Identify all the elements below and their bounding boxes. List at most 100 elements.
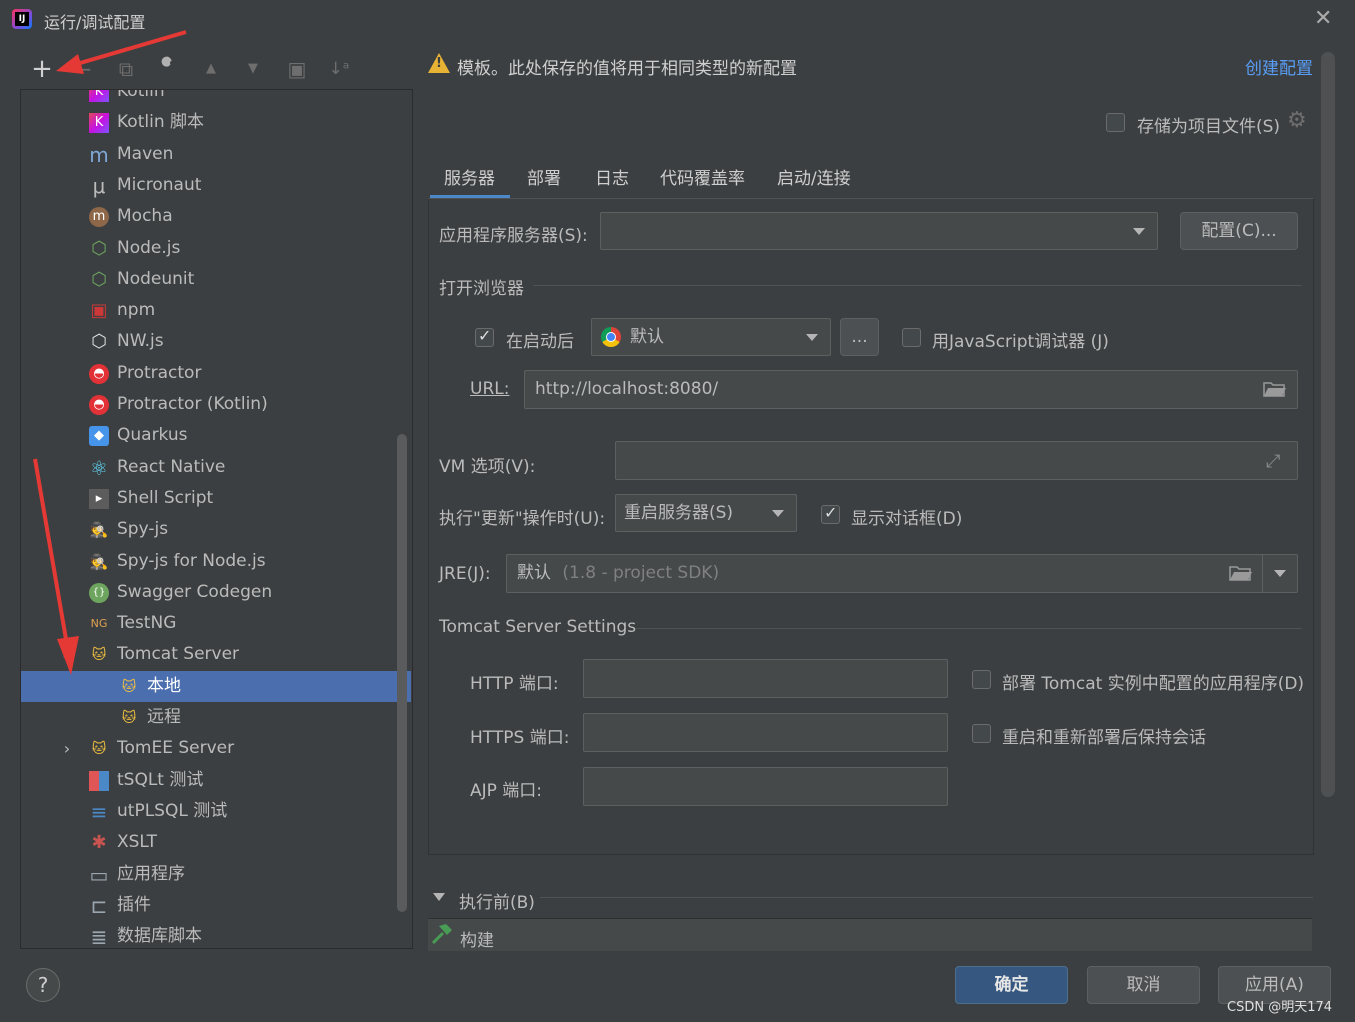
https-port-input[interactable] xyxy=(583,713,948,752)
tree-item[interactable]: ◓ Protractor xyxy=(21,358,411,389)
cancel-button[interactable]: 取消 xyxy=(1087,966,1200,1004)
tab-code-coverage[interactable]: 代码覆盖率 xyxy=(660,164,745,189)
utplsql-icon: ≡ xyxy=(90,799,108,824)
tree-item[interactable]: m Mocha xyxy=(21,201,411,232)
tree-item[interactable]: ▭ 应用程序 xyxy=(21,859,411,890)
tree-item[interactable]: μ Micronaut xyxy=(21,170,411,201)
tree-item[interactable]: ⬡ Node.js xyxy=(21,233,411,264)
store-as-project-file-checkbox[interactable] xyxy=(1106,113,1125,132)
folder-icon[interactable]: ▣ xyxy=(285,56,309,82)
app-server-select[interactable] xyxy=(600,212,1158,250)
js-debugger-checkbox[interactable] xyxy=(902,328,921,347)
vm-options-input[interactable] xyxy=(615,441,1298,480)
kotlin-icon: K xyxy=(89,113,109,134)
tree-item[interactable]: ⊏ 插件 xyxy=(21,890,411,921)
tree-item[interactable]: ⬡ Nodeunit xyxy=(21,264,411,295)
tsqlt-icon xyxy=(89,770,109,791)
close-icon[interactable]: ✕ xyxy=(1314,6,1332,31)
tab-logs[interactable]: 日志 xyxy=(595,164,629,189)
maven-icon: m xyxy=(89,142,109,167)
deploy-apps-label: 部署 Tomcat 实例中配置的应用程序(D) xyxy=(1002,674,1305,694)
help-button[interactable]: ? xyxy=(26,968,60,1002)
chrome-icon xyxy=(601,327,621,347)
tab-deployment[interactable]: 部署 xyxy=(527,164,561,189)
on-update-select[interactable]: 重启服务器(S) xyxy=(615,494,797,532)
ajp-port-label: AJP 端口: xyxy=(470,781,543,801)
build-task[interactable]: 构建 xyxy=(460,926,494,951)
chevron-down-icon[interactable] xyxy=(1133,228,1145,235)
tree-item-label: NW.js xyxy=(117,331,164,352)
deploy-apps-checkbox[interactable] xyxy=(972,670,991,689)
browser-select[interactable]: 默认 xyxy=(591,318,831,356)
sort-icon[interactable]: ↓ᵃ xyxy=(327,56,351,82)
tomcat-icon: 🐱 xyxy=(121,678,137,695)
kotlin-icon: K xyxy=(89,90,109,102)
tree-item[interactable]: ◓ Protractor (Kotlin) xyxy=(21,389,411,420)
micronaut-icon: μ xyxy=(92,173,106,198)
url-input[interactable]: http://localhost:8080/ xyxy=(524,370,1298,409)
tree-item[interactable]: m Maven xyxy=(21,139,411,170)
js-debugger-label: 用JavaScript调试器 (J) xyxy=(932,332,1109,352)
tree-item-label: XSLT xyxy=(117,832,157,853)
settings-scrollbar[interactable] xyxy=(1321,52,1335,797)
tree-item[interactable]: ▣ npm xyxy=(21,295,411,326)
jre-label: JRE(J): xyxy=(439,564,491,584)
expand-icon[interactable]: ⤢ xyxy=(1266,451,1280,472)
jre-select[interactable]: 默认 (1.8 - project SDK) xyxy=(506,554,1298,593)
protractor-icon: ◓ xyxy=(89,363,109,384)
collapse-icon[interactable] xyxy=(433,893,445,901)
tree-item[interactable]: › 🐱 TomEE Server xyxy=(21,733,411,764)
annotation-arrow xyxy=(33,458,79,675)
tree-item-label: Quarkus xyxy=(117,425,188,446)
tree-item[interactable]: 🐱 远程 xyxy=(21,702,411,733)
after-launch-checkbox[interactable] xyxy=(475,326,494,347)
tree-item[interactable]: ◆ Quarkus xyxy=(21,420,411,451)
nodejs-icon: ⬡ xyxy=(91,237,107,259)
tree-item[interactable]: ≡ utPLSQL 测试 xyxy=(21,796,411,827)
ok-button[interactable]: 确定 xyxy=(955,966,1068,1004)
tab-server[interactable]: 服务器 xyxy=(444,164,495,189)
tree-item-label: Spy-js xyxy=(117,519,169,540)
tree-item[interactable]: ≣ 数据库脚本 xyxy=(21,921,411,948)
tree-item[interactable]: ⬡ NW.js xyxy=(21,326,411,357)
folder-open-icon[interactable] xyxy=(1263,380,1287,403)
app-server-label: 应用程序服务器(S): xyxy=(439,226,588,246)
chevron-down-icon[interactable] xyxy=(806,334,818,341)
tree-item[interactable]: ✱ XSLT xyxy=(21,827,411,858)
after-launch-label: 在启动后 xyxy=(506,332,574,352)
tree-item-label: Node.js xyxy=(117,237,181,258)
show-dialog-checkbox[interactable] xyxy=(821,503,840,524)
tree-item[interactable]: K Kotlin xyxy=(21,90,411,107)
divider xyxy=(540,897,1313,898)
tree-item[interactable]: tSQLt 测试 xyxy=(21,765,411,796)
gear-icon[interactable]: ⚙ xyxy=(1287,108,1307,133)
jre-value: 默认 xyxy=(517,563,551,583)
tree-scrollbar[interactable] xyxy=(397,434,407,912)
chevron-down-icon[interactable] xyxy=(1274,570,1286,577)
tree-item[interactable]: K Kotlin 脚本 xyxy=(21,107,411,138)
tab-startup-connection[interactable]: 启动/连接 xyxy=(777,164,851,189)
before-launch-list[interactable] xyxy=(428,918,1312,951)
browse-button[interactable]: ... xyxy=(840,318,879,356)
move-up-icon[interactable]: ▲ xyxy=(199,56,223,82)
create-configuration-link[interactable]: 创建配置 xyxy=(1245,54,1313,79)
tree-item-label: Protractor (Kotlin) xyxy=(117,394,268,414)
hammer-icon xyxy=(430,923,454,950)
ajp-port-input[interactable] xyxy=(583,767,948,806)
chevron-right-icon[interactable]: › xyxy=(57,739,77,759)
vm-options-label: VM 选项(V): xyxy=(439,457,536,477)
tree-item-label: Tomcat Server xyxy=(117,644,240,665)
tree-item-label: tSQLt 测试 xyxy=(117,769,204,790)
url-label: URL: xyxy=(470,379,510,399)
http-port-input[interactable] xyxy=(583,659,948,698)
chevron-down-icon[interactable] xyxy=(772,510,784,517)
preserve-sessions-checkbox[interactable] xyxy=(972,724,991,743)
tree-item-label: Shell Script xyxy=(117,487,214,508)
before-launch-label[interactable]: 执行前(B) xyxy=(459,888,535,913)
folder-open-icon[interactable] xyxy=(1229,564,1253,587)
intellij-logo-icon: IJ xyxy=(12,9,32,29)
tree-item-label: React Native xyxy=(117,456,226,477)
move-down-icon[interactable]: ▼ xyxy=(241,56,265,82)
tree-item-label: utPLSQL 测试 xyxy=(117,800,228,821)
configure-button[interactable]: 配置(C)... xyxy=(1180,212,1298,250)
